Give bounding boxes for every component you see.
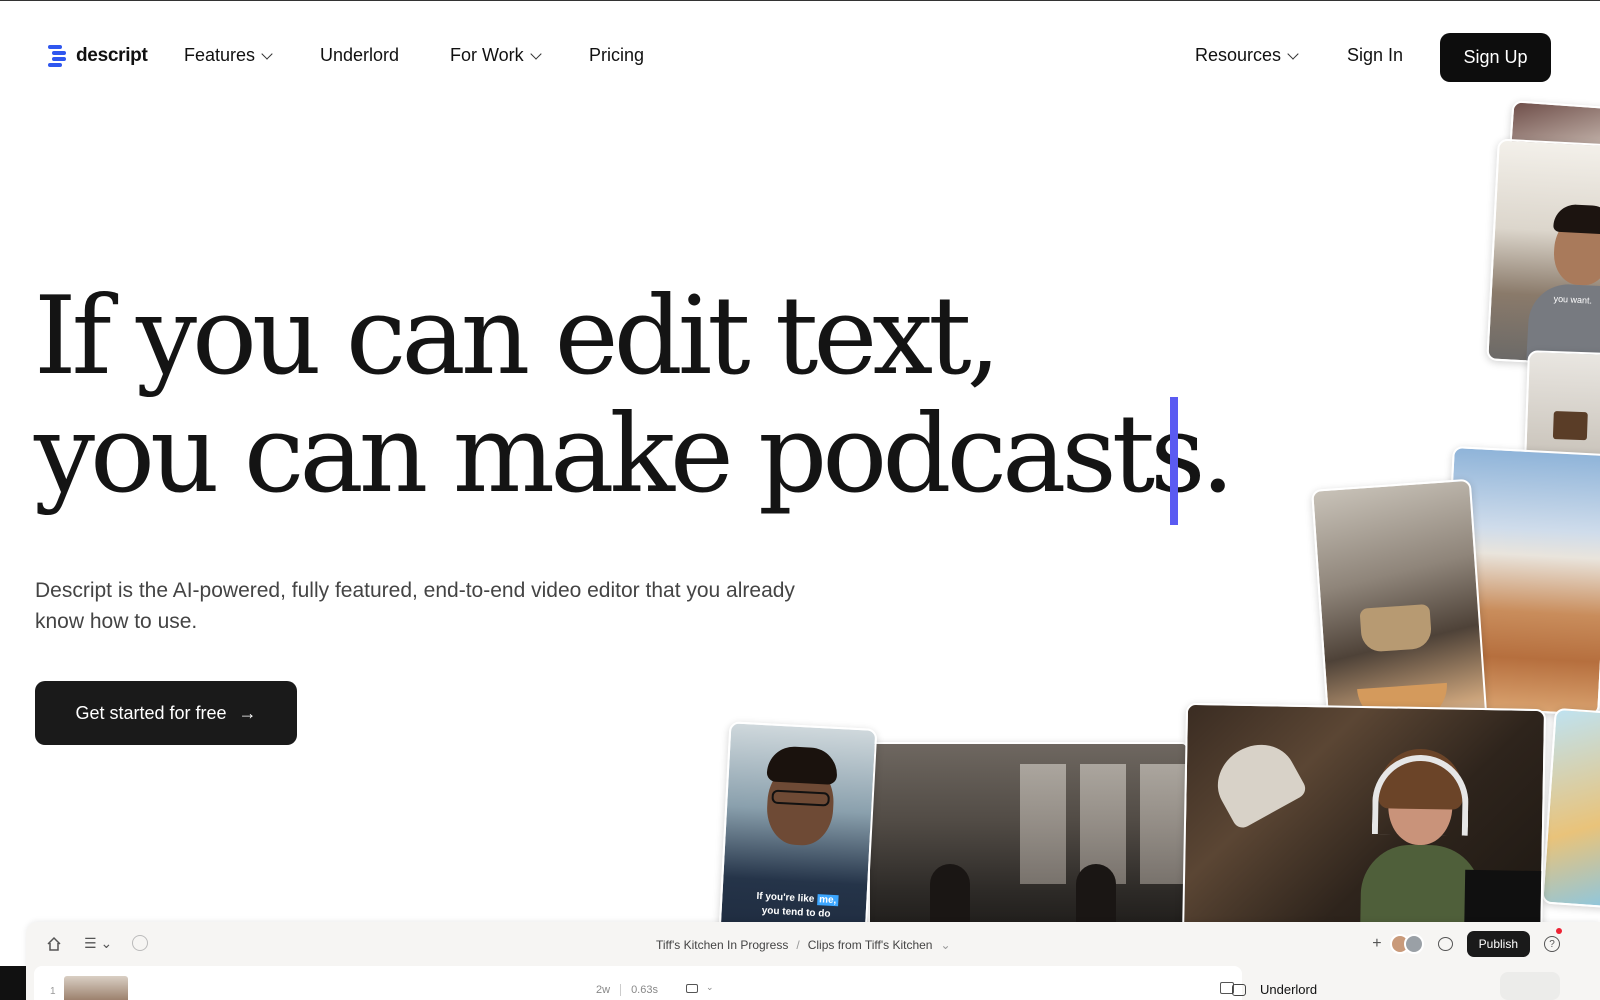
hero-headline-line-1: If you can edit text,: [34, 274, 1001, 399]
home-icon[interactable]: [46, 936, 62, 952]
guy-caption-line-1: If you're like me,: [756, 890, 839, 907]
sign-in-label: Sign In: [1347, 45, 1404, 65]
clip-duration: 0.63s: [631, 984, 658, 996]
notification-dot: [1556, 928, 1562, 934]
nav-features-label: Features: [184, 45, 256, 65]
breadcrumb-project[interactable]: Tiff's Kitchen In Progress: [656, 938, 788, 952]
nav-features[interactable]: Features: [184, 45, 273, 66]
chevron-down-icon[interactable]: ⌄: [706, 982, 714, 993]
hero-headline: If you can edit text, you can make podca…: [34, 274, 1235, 517]
underlord-panel-header[interactable]: Underlord: [1232, 982, 1317, 997]
text-caret: [1170, 397, 1178, 525]
collaborator-avatars[interactable]: [1389, 934, 1424, 954]
collage-image-edge: [1541, 707, 1600, 909]
brand-logo[interactable]: descript: [48, 44, 148, 68]
hero-subtitle: Descript is the AI-powered, fully featur…: [35, 579, 795, 633]
sign-up-button[interactable]: Sign Up: [1440, 33, 1551, 82]
clip-thumbnail[interactable]: [64, 976, 128, 1000]
underlord-panel-title: Underlord: [1260, 982, 1318, 997]
nav-for-work[interactable]: For Work: [450, 45, 542, 66]
nav-for-work-label: For Work: [450, 45, 524, 65]
publish-button[interactable]: Publish: [1466, 931, 1530, 957]
man-caption: you want.: [1553, 293, 1593, 306]
get-started-label: Get started for free: [75, 702, 227, 723]
editor-toolbar-right: + Publish ?: [1372, 931, 1560, 957]
add-collaborator-icon[interactable]: +: [1372, 935, 1381, 953]
collage-image-man-speaking: you want.: [1486, 138, 1600, 368]
arrow-right-icon: →: [238, 702, 257, 723]
nav-resources-label: Resources: [1195, 45, 1282, 65]
editor-script-panel: 1 2w 0.63s ⌄: [34, 966, 1242, 1000]
nav-underlord[interactable]: Underlord: [320, 45, 399, 66]
top-navigation: descript Features Underlord For Work Pri…: [0, 0, 1600, 116]
editor-edge: [0, 966, 26, 1000]
help-icon[interactable]: ?: [1544, 936, 1560, 952]
check-circle-icon: [132, 935, 148, 951]
breadcrumb-composition[interactable]: Clips from Tiff's Kitchen: [808, 938, 933, 952]
chevron-down-icon: [530, 47, 542, 60]
nav-pricing-label: Pricing: [589, 45, 645, 65]
chevron-down-icon: [261, 47, 273, 60]
robot-icon: [1232, 983, 1246, 996]
collage-image-woman-headphones: [1181, 702, 1547, 948]
guy-caption-line-2: you tend to do: [761, 905, 831, 920]
collage-image-podcast-studio: [868, 742, 1188, 942]
sign-in-link[interactable]: Sign In: [1347, 45, 1403, 66]
row-number: 1: [50, 986, 56, 997]
nav-underlord-label: Underlord: [320, 45, 400, 65]
descript-logo-icon: [48, 44, 70, 68]
menu-icon[interactable]: ☰ ⌄: [84, 935, 112, 952]
comment-icon[interactable]: [1437, 937, 1453, 951]
nav-resources[interactable]: Resources: [1195, 45, 1299, 66]
layout-icon[interactable]: [686, 984, 698, 993]
get-started-button[interactable]: Get started for free →: [35, 681, 297, 745]
editor-preview: ☰ ⌄ Tiff's Kitchen In Progress / Clips f…: [26, 922, 1600, 1000]
collage-image-man-glasses: If you're like me, you tend to do: [718, 721, 878, 939]
clip-word-count: 2w: [596, 984, 611, 996]
breadcrumb-separator: /: [796, 938, 800, 952]
avatar: [1403, 934, 1424, 954]
nav-pricing[interactable]: Pricing: [589, 45, 644, 66]
brand-name: descript: [76, 45, 148, 66]
underlord-chip[interactable]: [1500, 972, 1560, 1000]
chevron-down-icon[interactable]: ⌄: [940, 938, 950, 952]
clip-meta: 2w 0.63s: [596, 984, 658, 996]
collage-image-bag: [1524, 350, 1600, 464]
editor-breadcrumb: Tiff's Kitchen In Progress / Clips from …: [656, 938, 951, 952]
chevron-down-icon: [1287, 47, 1299, 60]
hero-headline-line-2: you can make podcasts.: [34, 392, 1235, 517]
